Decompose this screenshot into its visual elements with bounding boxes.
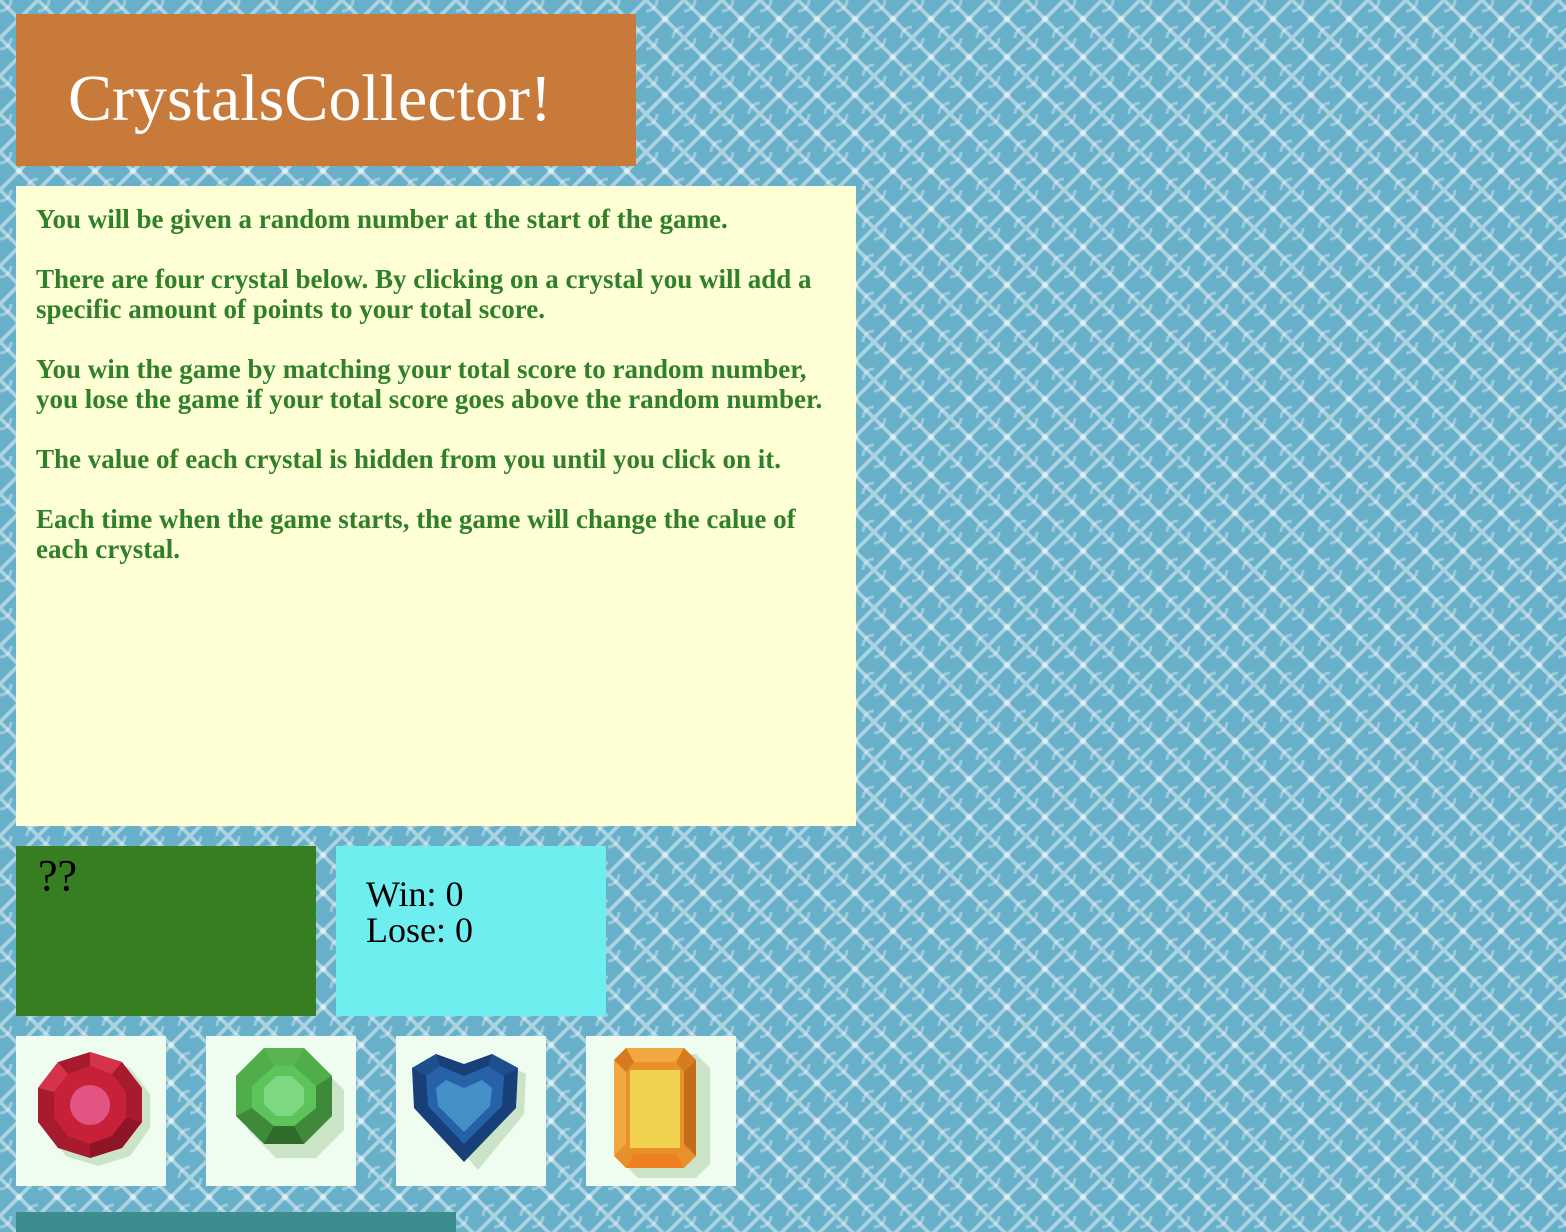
instructions-panel: You will be given a random number at the… [16, 186, 856, 826]
blue-heart-gem-icon [412, 1054, 526, 1170]
lose-count: Lose: 0 [366, 910, 473, 950]
random-number-box: ?? [16, 846, 316, 1016]
instruction-paragraph: The value of each crystal is hidden from… [36, 444, 782, 474]
green-gem-icon [236, 1048, 344, 1158]
red-crystal-button[interactable] [16, 1036, 166, 1186]
orange-crystal-button[interactable] [586, 1036, 736, 1186]
green-crystal-button[interactable] [206, 1036, 356, 1186]
red-gem-icon [38, 1052, 150, 1166]
page-title: CrystalsCollector! [68, 62, 552, 135]
scoreboard: Win: 0 Lose: 0 [336, 846, 606, 1016]
win-count: Win: 0 [366, 874, 464, 914]
instruction-paragraph: You will be given a random number at the… [36, 204, 728, 234]
instruction-paragraph: Each time when the game starts, the game… [36, 504, 796, 564]
random-number-value: ?? [38, 851, 78, 900]
orange-gem-icon [614, 1048, 710, 1178]
instruction-paragraph: You win the game by matching your total … [36, 354, 823, 414]
instruction-paragraph: There are four crystal below. By clickin… [36, 264, 812, 324]
blue-crystal-button[interactable] [396, 1036, 546, 1186]
reset-bar [16, 1212, 456, 1232]
title-banner: CrystalsCollector! [16, 14, 636, 166]
